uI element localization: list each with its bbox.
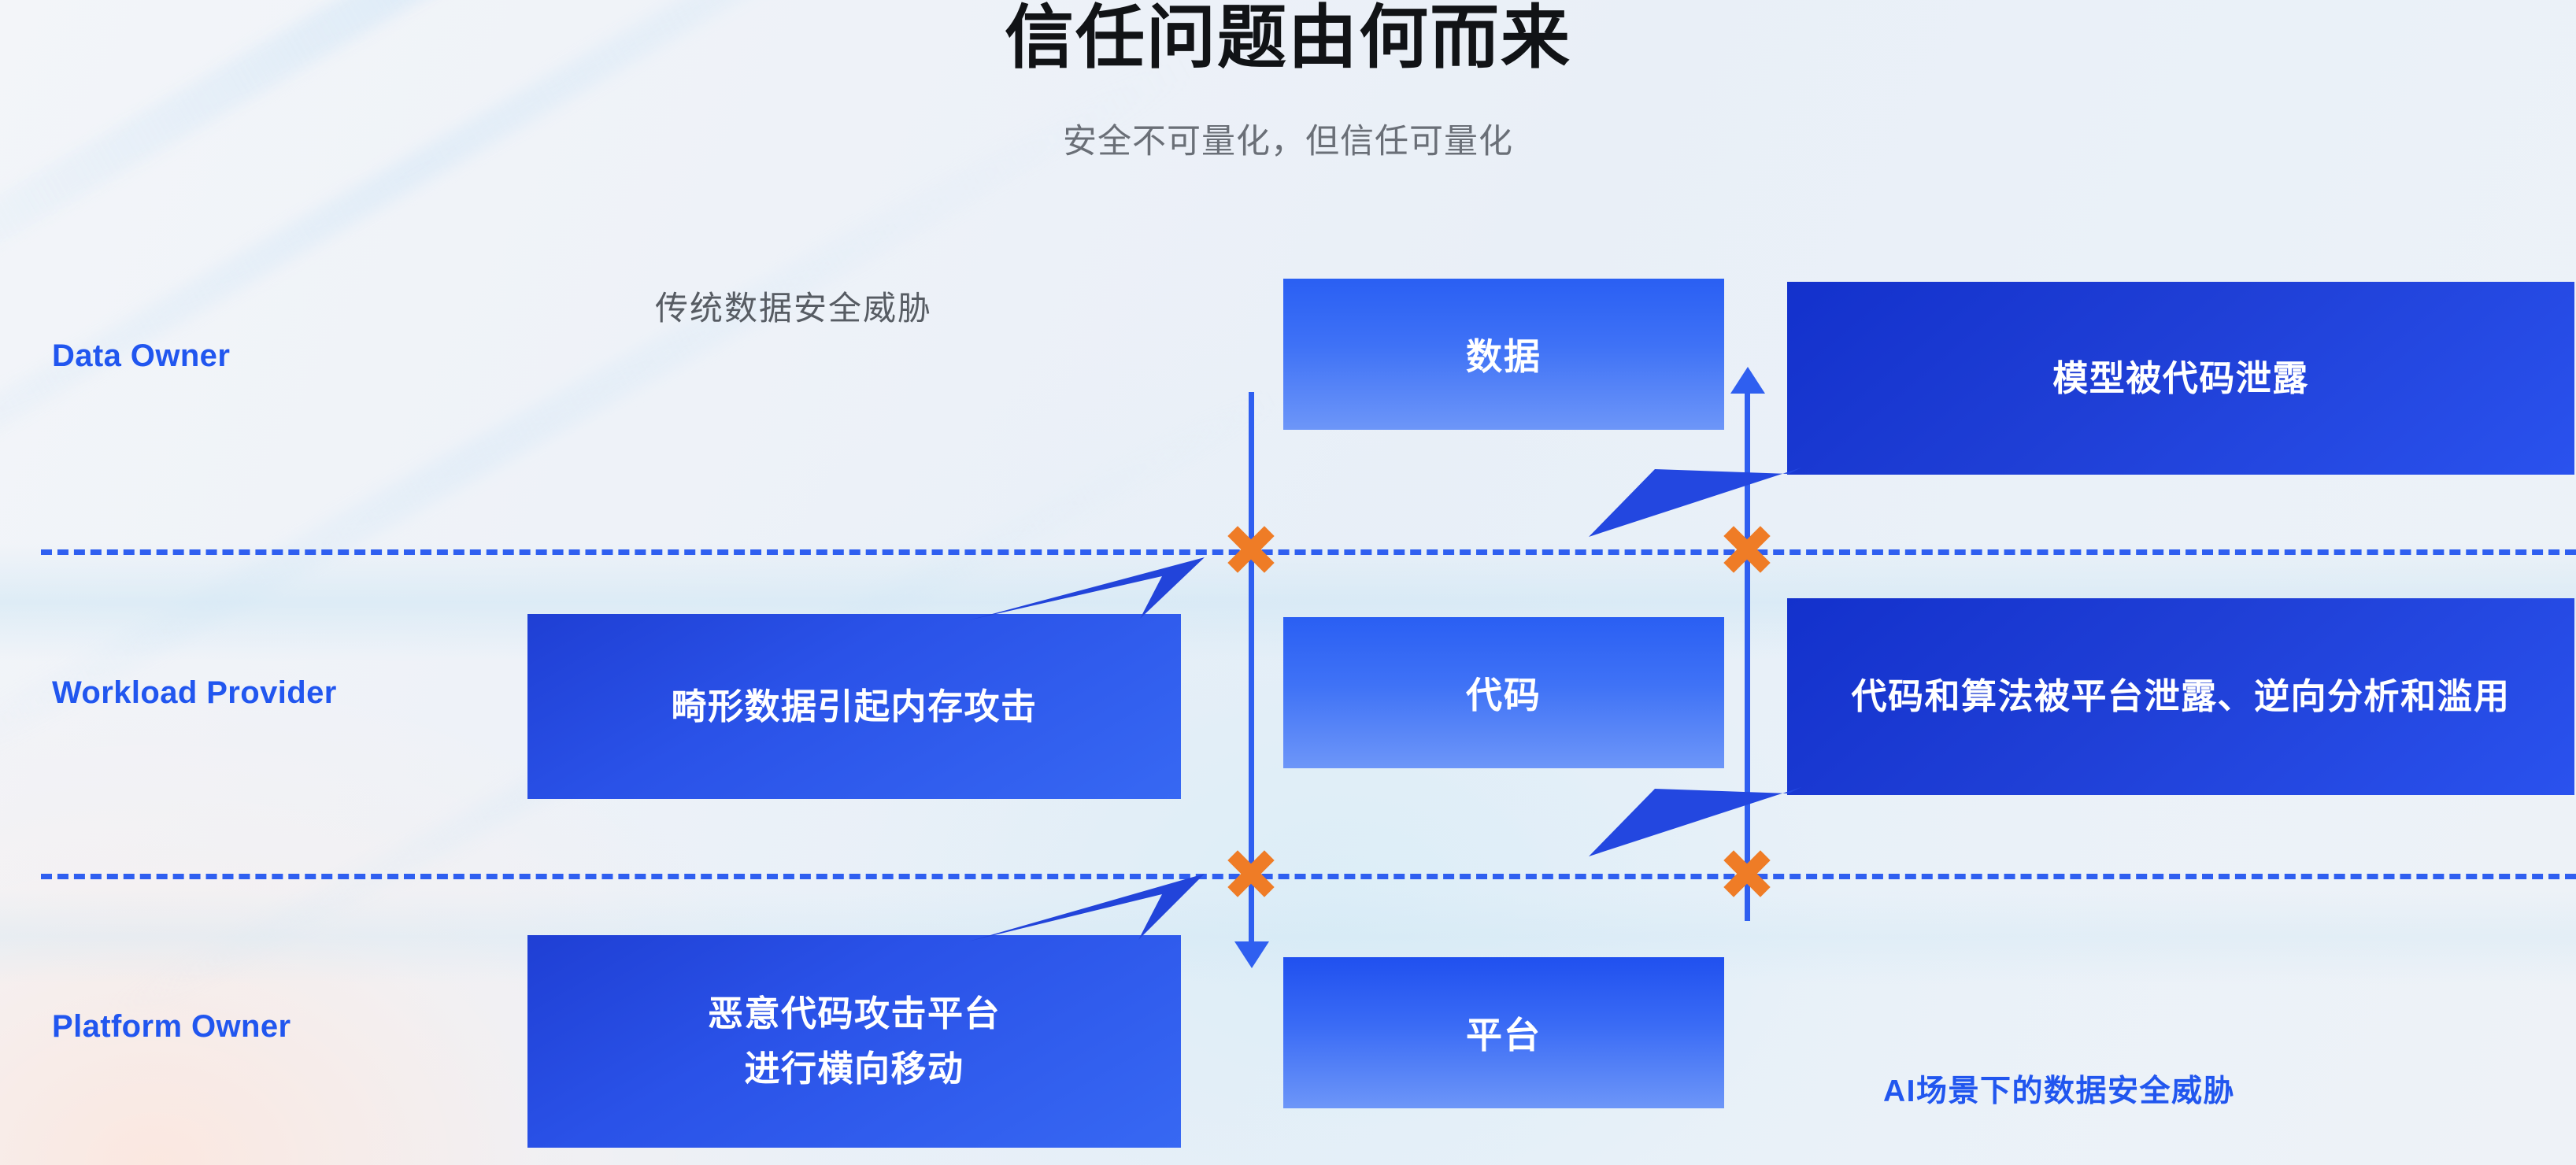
callout-text-line1: 恶意代码攻击平台	[707, 993, 1001, 1034]
cross-marker-icon	[1225, 523, 1277, 575]
row-label-workload-provider: Workload Provider	[52, 675, 337, 710]
callout-malicious-code: 恶意代码攻击平台 进行横向移动	[527, 874, 1205, 1148]
cross-marker-icon	[1721, 523, 1773, 575]
callout-tail-icon	[1589, 787, 1801, 856]
center-box-data: 数据	[1283, 279, 1724, 430]
cross-marker-icon	[1721, 848, 1773, 900]
divider-line-lower	[41, 874, 2576, 879]
callout-text: 畸形数据引起内存攻击	[671, 686, 1038, 727]
page-subtitle: 安全不可量化，但信任可量化	[1063, 123, 1513, 161]
cross-marker-icon	[1225, 848, 1277, 900]
slide-canvas: 信任问题由何而来 安全不可量化，但信任可量化 Data Owner Worklo…	[0, 0, 2576, 1165]
callout-text: 模型被代码泄露	[2052, 357, 2309, 398]
arrow-up-icon	[1730, 367, 1765, 394]
page-title: 信任问题由何而来	[1004, 0, 1571, 76]
callout-tail-icon	[968, 874, 1205, 941]
arrow-down-icon	[1234, 941, 1269, 968]
traditional-threat-label: 传统数据安全威胁	[655, 290, 933, 327]
center-box-platform: 平台	[1283, 957, 1724, 1108]
callout-tail-icon	[968, 557, 1205, 620]
center-box-code: 代码	[1283, 617, 1724, 768]
divider-line-upper	[41, 549, 2576, 555]
row-label-data-owner: Data Owner	[52, 338, 231, 373]
callout-malformed-data: 畸形数据引起内存攻击	[527, 557, 1205, 799]
callout-text: 代码和算法被平台泄露、逆向分析和滥用	[1851, 676, 2511, 717]
callout-text-line2: 进行横向移动	[744, 1048, 964, 1089]
ai-scenario-threat-label: AI场景下的数据安全威胁	[1883, 1074, 2236, 1108]
row-label-platform-owner: Platform Owner	[52, 1009, 291, 1044]
connector-line-right	[1745, 390, 1750, 921]
callout-model-leak: 模型被代码泄露	[1589, 282, 2574, 537]
callout-code-algorithm-leak: 代码和算法被平台泄露、逆向分析和滥用	[1589, 598, 2574, 856]
